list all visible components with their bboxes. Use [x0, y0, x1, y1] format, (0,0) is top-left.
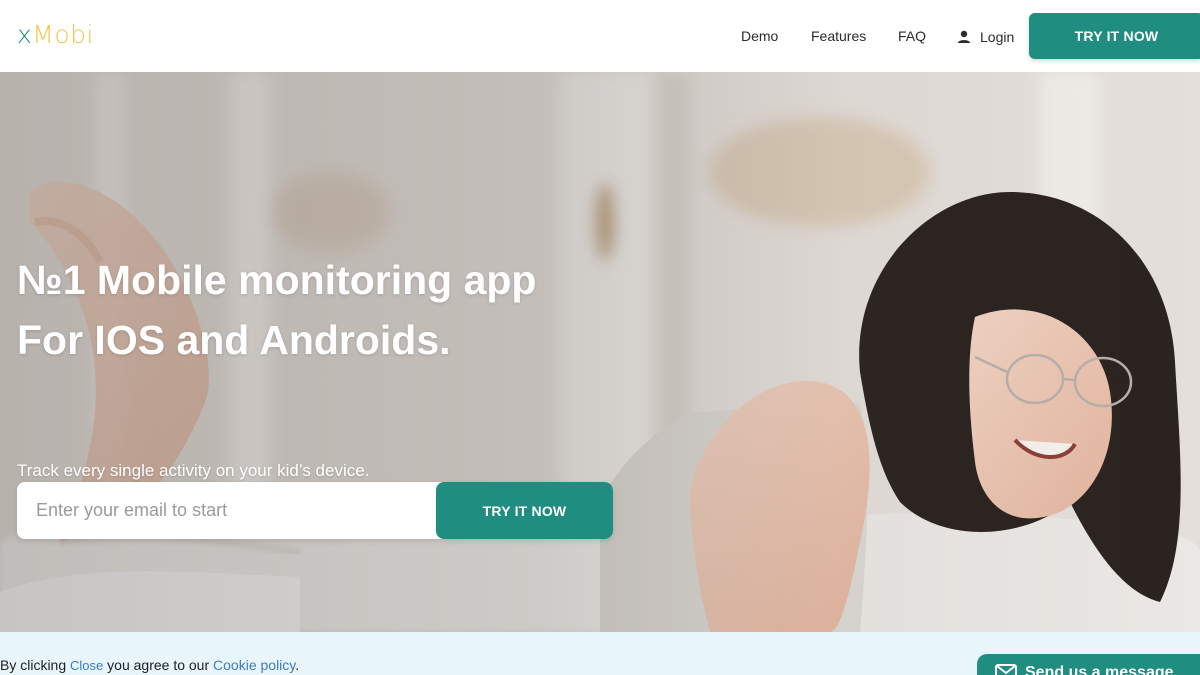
- hero-title-line-2: For IOS and Androids.: [17, 317, 451, 363]
- header-try-it-now-button[interactable]: TRY IT NOW: [1029, 13, 1200, 59]
- cookie-policy-link[interactable]: Cookie policy: [213, 657, 295, 673]
- hero-try-it-now-button[interactable]: TRY IT NOW: [436, 482, 613, 539]
- cookie-text: By clicking Close you agree to our Cooki…: [0, 656, 299, 675]
- user-icon: [956, 29, 972, 45]
- nav-demo-link[interactable]: Demo: [741, 26, 778, 46]
- xmobi-logo[interactable]: xMobi: [17, 19, 94, 51]
- email-input[interactable]: [17, 482, 437, 539]
- hero-section: №1 Mobile monitoring app For IOS and And…: [0, 72, 1200, 632]
- login-label: Login: [980, 29, 1015, 45]
- cookie-suffix: .: [295, 657, 300, 673]
- hero-title: №1 Mobile monitoring app For IOS and And…: [17, 250, 617, 370]
- send-message-label: Send us a message: [1025, 664, 1174, 675]
- nav-features-link[interactable]: Features: [811, 26, 866, 46]
- hero-title-line-1: №1 Mobile monitoring app: [17, 257, 537, 303]
- nav-login-link[interactable]: Login: [956, 27, 1014, 47]
- logo-part-x: x: [17, 20, 33, 49]
- nav-faq-link[interactable]: FAQ: [898, 26, 926, 46]
- cookie-middle: you agree to our: [107, 657, 210, 673]
- send-message-widget[interactable]: Send us a message: [977, 654, 1200, 675]
- logo-part-mobi: Mobi: [32, 20, 94, 49]
- cookie-prefix: By clicking: [0, 657, 67, 673]
- hero-subtitle: Track every single activity on your kid’…: [17, 461, 370, 480]
- mail-icon: [995, 664, 1017, 675]
- site-header: xMobi Demo Features FAQ Login TRY IT NOW: [0, 0, 1200, 72]
- email-signup-form: TRY IT NOW: [17, 482, 613, 539]
- cookie-close-link[interactable]: Close: [70, 658, 103, 673]
